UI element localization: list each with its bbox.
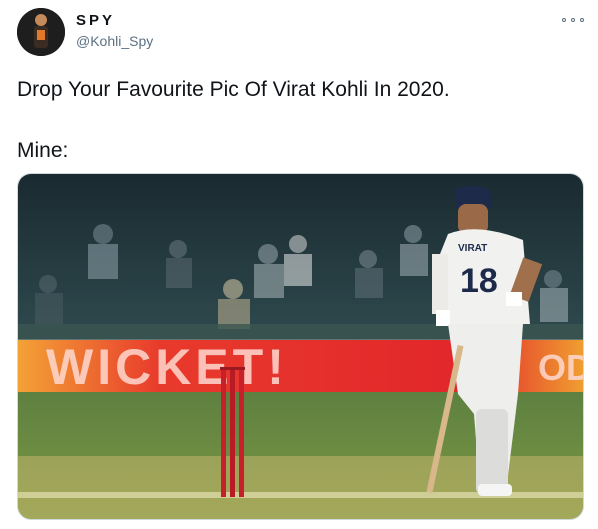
board-text-right: OD [538,347,584,388]
jersey-name: VIRAT [458,243,487,254]
tweet-text-line1: Drop Your Favourite Pic Of Virat Kohli I… [17,78,450,101]
tweet-text-line2: Mine: [17,139,69,162]
tweet-text: Drop Your Favourite Pic Of Virat Kohli I… [17,76,577,165]
jersey-number: 18 [460,262,498,300]
display-name[interactable]: SPY [76,12,115,29]
user-avatar[interactable] [17,8,65,56]
stumps [220,367,245,497]
board-text: WICKET! [46,339,288,395]
tweet-photo[interactable]: WICKET! OD [17,173,584,520]
tweet-card[interactable]: SPY @Kohli_Spy Drop Your Favourite Pic O… [0,0,598,529]
more-options-icon[interactable] [562,12,584,28]
user-handle[interactable]: @Kohli_Spy [76,33,153,49]
